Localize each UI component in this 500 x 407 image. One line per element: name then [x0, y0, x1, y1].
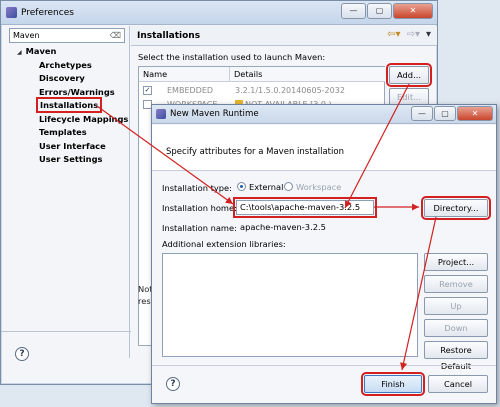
row-details: 3.2.1/1.5.0.20140605-2032: [235, 86, 345, 95]
maximize-button[interactable]: ▢: [367, 3, 392, 19]
filter-input[interactable]: Maven ⌫: [9, 28, 125, 43]
help-icon[interactable]: ?: [15, 347, 29, 361]
preferences-tree: ◢ Maven Archetypes Discovery Errors/Warni…: [15, 45, 133, 167]
project-button[interactable]: Project...: [424, 253, 488, 271]
tree-item-installations-label: Installations: [35, 97, 103, 113]
tree-item-installations[interactable]: Installations: [15, 97, 133, 113]
maximize-button[interactable]: ▢: [434, 106, 456, 121]
dialog-banner: Specify attributes for a Maven installat…: [152, 125, 496, 171]
tree-item-user-interface[interactable]: User Interface: [15, 140, 133, 154]
radio-workspace[interactable]: Workspace: [284, 182, 341, 192]
table-row[interactable]: ✓ EMBEDDED 3.2.1/1.5.0.20140605-2032: [139, 84, 384, 97]
installation-home-label: Installation home:: [162, 203, 237, 213]
installation-type-label: Installation type:: [162, 183, 232, 193]
collapse-arrow-icon[interactable]: ◢: [17, 49, 22, 56]
row-name: EMBEDDED: [167, 86, 214, 95]
restore-default-button[interactable]: Restore Default: [424, 341, 488, 371]
forward-arrow-icon[interactable]: ⇨▾: [407, 29, 420, 40]
row-checkbox[interactable]: ✓: [143, 86, 152, 95]
tree-item-user-settings[interactable]: User Settings: [15, 153, 133, 167]
down-button[interactable]: Down: [424, 319, 488, 337]
column-header-details[interactable]: Details: [230, 67, 385, 82]
close-button[interactable]: ✕: [393, 3, 433, 19]
clear-filter-icon[interactable]: ⌫: [110, 30, 121, 42]
radio-external-indicator[interactable]: [237, 182, 246, 191]
installation-home-input[interactable]: C:\tools\apache-maven-3.2.5: [233, 197, 377, 218]
eclipse-app-icon: [6, 7, 17, 18]
page-subtitle: Select the installation used to launch M…: [138, 52, 326, 62]
bottom-divider: [1, 331, 131, 332]
radio-external-label: External: [249, 182, 284, 192]
page-title: Installations: [137, 31, 201, 41]
new-maven-runtime-dialog: New Maven Runtime — ▢ ✕ Specify attribut…: [151, 104, 497, 404]
eclipse-app-icon: [156, 109, 166, 119]
filter-value: Maven: [13, 31, 40, 40]
close-button[interactable]: ✕: [457, 106, 493, 121]
tree-item-templates[interactable]: Templates: [15, 126, 133, 140]
installation-name-input[interactable]: apache-maven-3.2.5: [236, 220, 418, 235]
dialog-title-bar: New Maven Runtime — ▢ ✕: [152, 105, 496, 124]
add-button[interactable]: Add...: [386, 63, 432, 87]
minimize-button[interactable]: —: [341, 3, 366, 19]
dialog-title: New Maven Runtime: [170, 109, 259, 119]
tree-item-maven[interactable]: ◢ Maven: [15, 45, 133, 59]
radio-external[interactable]: External: [237, 182, 283, 192]
tree-item-discovery[interactable]: Discovery: [15, 72, 133, 86]
libraries-label: Additional extension libraries:: [162, 239, 286, 249]
dialog-message: Specify attributes for a Maven installat…: [166, 147, 344, 157]
dialog-divider: [152, 365, 496, 366]
radio-workspace-indicator[interactable]: [284, 182, 293, 191]
libraries-list[interactable]: [162, 253, 418, 357]
back-arrow-icon[interactable]: ⇦▾: [387, 29, 400, 40]
directory-button[interactable]: Directory...: [421, 196, 491, 220]
tree-item-archetypes[interactable]: Archetypes: [15, 59, 133, 73]
finish-button[interactable]: Finish: [361, 372, 425, 396]
radio-workspace-label: Workspace: [296, 182, 342, 192]
title-bar: Preferences — ▢ ✕: [1, 1, 437, 25]
minimize-button[interactable]: —: [411, 106, 433, 121]
page-header: Installations ⇦▾ ⇨▾ ▾: [131, 26, 437, 46]
cancel-button[interactable]: Cancel: [428, 375, 488, 393]
up-button[interactable]: Up: [424, 297, 488, 315]
remove-button[interactable]: Remove: [424, 275, 488, 293]
pane-divider[interactable]: [129, 26, 130, 358]
column-header-name[interactable]: Name: [139, 67, 230, 82]
tree-item-lifecycle-mappings[interactable]: Lifecycle Mappings: [15, 113, 133, 127]
window-title: Preferences: [21, 8, 74, 18]
tree-item-errors-warnings[interactable]: Errors/Warnings: [15, 86, 133, 100]
view-menu-icon[interactable]: ▾: [426, 29, 431, 40]
help-icon[interactable]: ?: [166, 377, 180, 391]
installation-name-label: Installation name:: [162, 223, 237, 233]
